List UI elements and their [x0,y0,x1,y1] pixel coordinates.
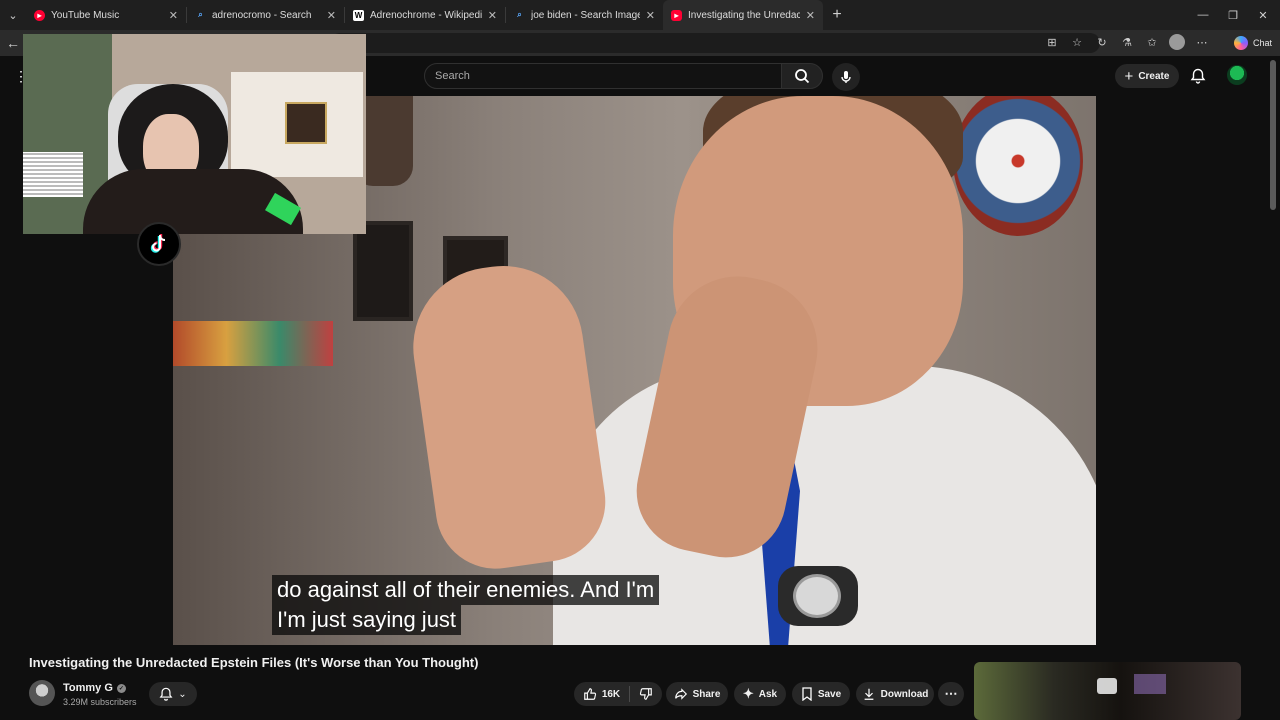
closed-captions: do against all of their enemies. And I'm… [272,575,660,635]
toolbar-icons: ⊞ ☆ ↻ ⚗ ✩ ⋯ [1044,34,1210,50]
close-tab-icon[interactable]: ✕ [806,9,815,22]
close-tab-icon[interactable]: ✕ [327,9,336,22]
thumbnail-overlay-icon [1097,678,1117,694]
related-video-thumbnail[interactable] [974,662,1241,720]
page-scrollbar[interactable] [1270,60,1276,210]
video-wall-frame [353,221,413,321]
sparkle-icon: ✦ [742,686,754,701]
tiktok-logo-icon [137,222,181,266]
favorite-star-icon[interactable]: ☆ [1069,34,1085,50]
tab-adrenochrome-wikipedia[interactable]: W Adrenochrome - Wikipedia ✕ [345,0,505,30]
caption-line-2: I'm just saying just [272,605,462,635]
browser-tab-strip: ⌄ ▸ YouTube Music ✕ ⌕ adrenocromo - Sear… [0,0,1280,30]
save-label: Save [817,688,842,700]
like-button[interactable]: 16K [583,687,620,701]
share-arrow-icon [674,688,687,700]
plus-icon: + [1124,67,1134,85]
share-label: Share [692,688,721,700]
download-button[interactable]: Download [856,682,934,706]
favorites-icon[interactable]: ✩ [1144,34,1160,50]
download-label: Download [880,688,929,700]
more-horizontal-icon: ⋯ [944,686,958,701]
restore-icon[interactable]: ❐ [1218,0,1248,30]
notifications-bell-icon[interactable] [1188,66,1208,86]
ask-label: Ask [758,688,778,700]
webcam-desk-grid [23,152,83,197]
channel-avatar[interactable] [29,680,55,706]
close-window-icon[interactable]: ✕ [1248,0,1278,30]
create-label: Create [1138,70,1170,82]
new-tab-plus-icon[interactable]: + [823,0,851,30]
webcam-poster-art [285,102,327,144]
search-icon: ⌕ [198,10,203,19]
like-dislike-group: 16K [574,682,662,706]
verified-check-icon: ✓ [116,683,126,693]
close-tab-icon[interactable]: ✕ [646,9,655,22]
back-arrow-icon[interactable]: ← [4,34,22,52]
tab-title: adrenocromo - Search [212,9,312,21]
save-button[interactable]: Save [792,682,850,706]
extensions-icon[interactable]: ⚗ [1119,34,1135,50]
tab-investigating-epstein[interactable]: ▸ Investigating the Unredacted Epstein ✕ [663,0,823,30]
tab-youtube-music[interactable]: ▸ YouTube Music ✕ [26,0,186,30]
bell-icon [159,687,173,701]
chat-label: Chat [1252,38,1272,48]
search-input[interactable]: Search [424,63,782,89]
bookmark-icon [802,687,812,701]
channel-name-link[interactable]: Tommy G ✓ [63,682,126,694]
video-title: Investigating the Unredacted Epstein Fil… [29,655,479,670]
copilot-icon [1233,36,1248,50]
close-tab-icon[interactable]: ✕ [488,9,497,22]
search-icon: ⌕ [517,10,522,19]
channel-name: Tommy G [63,682,113,694]
search-icon [795,69,810,84]
dislike-button[interactable] [639,687,653,701]
voice-search-button[interactable] [832,63,860,91]
like-count: 16K [601,688,621,700]
download-icon [864,688,873,700]
refresh-icon[interactable]: ↻ [1094,34,1110,50]
close-tab-icon[interactable]: ✕ [169,9,178,22]
tab-title: YouTube Music [51,9,120,21]
create-button[interactable]: + Create [1115,64,1179,88]
thumbs-up-icon [583,688,596,700]
webcam-overlay [23,34,366,234]
wikipedia-icon: W [353,9,364,21]
like-divider [629,686,631,702]
tab-title: Adrenochrome - Wikipedia [370,9,482,21]
tab-joe-biden-search-images[interactable]: ⌕ joe biden - Search Images ✕ [506,0,663,30]
youtube-icon: ▸ [671,9,682,21]
minimize-icon[interactable]: — [1188,0,1218,30]
copilot-chat-button[interactable]: Chat [1233,34,1272,52]
tab-adrenocromo-search[interactable]: ⌕ adrenocromo - Search ✕ [187,0,344,30]
ask-button[interactable]: ✦ Ask [734,682,786,706]
screen: ⌄ ▸ YouTube Music ✕ ⌕ adrenocromo - Sear… [0,0,1280,720]
video-watch-face [793,574,841,618]
tab-title: joe biden - Search Images [531,9,640,21]
tab-title: Investigating the Unredacted Epstein [688,9,800,21]
caption-line-1: do against all of their enemies. And I'm [272,575,660,605]
subscriber-count: 3.29M subscribers [63,697,137,707]
more-options-icon[interactable]: ⋯ [1194,34,1210,50]
microphone-icon [841,71,851,83]
thumbs-down-icon [640,688,652,700]
address-bar[interactable] [330,33,1100,53]
app-available-icon[interactable]: ⊞ [1044,34,1060,50]
more-actions-button[interactable]: ⋯ [938,682,964,706]
account-avatar[interactable] [1227,65,1247,85]
chevron-down-icon: ⌄ [178,688,187,700]
share-button[interactable]: Share [666,682,728,706]
subscription-notifications-button[interactable]: ⌄ [149,682,197,706]
tab-actions-chevron-icon[interactable]: ⌄ [0,0,26,30]
profile-avatar[interactable] [1169,34,1185,50]
search-button[interactable] [781,63,823,89]
youtube-music-icon: ▸ [34,9,45,21]
video-shelf-decor [173,321,333,366]
thumbnail-overlay-tag [1134,674,1166,694]
